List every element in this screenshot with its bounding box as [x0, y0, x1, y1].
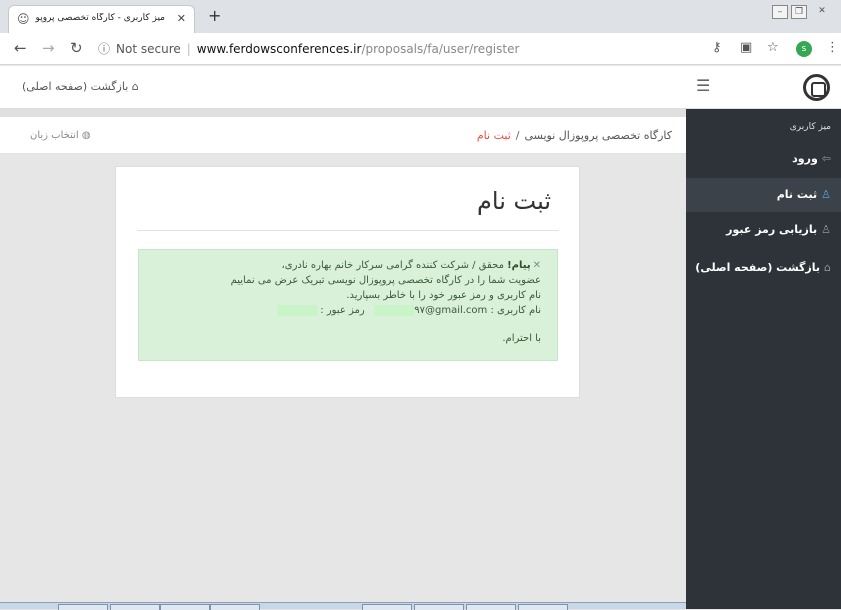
site-logo[interactable]: [803, 74, 830, 101]
window-close-icon[interactable]: ✕: [814, 5, 830, 19]
password-label: رمز عبور :: [320, 305, 365, 316]
home-icon: ⌂: [128, 80, 139, 93]
sidebar-item-label: بازگشت (صفحه اصلی): [695, 261, 821, 274]
security-label: Not secure: [116, 42, 181, 56]
sidebar-item-label: ورود: [792, 152, 818, 165]
alert-line-2: عضویت شما را در کارگاه تخصصی پروپوزال نو…: [230, 275, 541, 286]
sidebar-item-password-recovery[interactable]: ♙بازیابی رمز عبور: [686, 213, 841, 247]
profile-avatar[interactable]: s: [796, 41, 812, 57]
forward-arrow-icon[interactable]: →: [42, 39, 55, 57]
redacted-username: [374, 304, 415, 316]
taskbar-button[interactable]: [210, 604, 260, 610]
restore-icon[interactable]: ❐: [791, 5, 807, 19]
back-arrow-icon[interactable]: ←: [14, 39, 27, 57]
browser-toolbar: ← → ↻ ⓘ Not secure | www.ferdowsconferences…: [0, 33, 841, 65]
taskbar-button[interactable]: [466, 604, 516, 610]
globe-icon: ◍: [78, 130, 91, 141]
site-header: ⌂ بازگشت (صفحه اصلی) ☰: [0, 66, 841, 109]
breadcrumb-parent[interactable]: کارگاه تخصصی پروپوزال نویسی: [525, 129, 673, 142]
sidebar-item-label: بازیابی رمز عبور: [726, 223, 818, 236]
taskbar-button[interactable]: [160, 604, 210, 610]
reload-icon[interactable]: ↻: [70, 39, 83, 57]
browser-tab-bar: ☺ میز کاربری - کارگاه تخصصی پروپوزال نو …: [0, 0, 841, 33]
address-bar[interactable]: ⓘ Not secure | www.ferdowsconferences.ir/pr…: [98, 37, 700, 61]
key-icon[interactable]: ⚷: [712, 40, 722, 55]
register-card: ثبت نام ✕پیام! محقق / شرکت کننده گرامی س…: [115, 166, 580, 398]
close-icon[interactable]: ✕: [177, 12, 186, 25]
page-title: ثبت نام: [477, 187, 551, 215]
username-value: ۹۷@gmail.com: [414, 305, 488, 316]
username-label: نام کاربری :: [490, 305, 541, 316]
sidebar-title: میز کاربری: [789, 122, 831, 132]
globe-icon: ☺: [17, 12, 30, 26]
alert-signoff: با احترام.: [502, 333, 541, 344]
language-label: انتخاب زبان: [30, 130, 79, 141]
close-icon[interactable]: ✕: [533, 260, 541, 271]
sidebar-item-label: ثبت نام: [776, 188, 818, 201]
minimize-icon[interactable]: –: [772, 5, 788, 19]
user-icon: ♙: [821, 188, 831, 201]
language-selector[interactable]: ◍ انتخاب زبان: [30, 130, 91, 141]
taskbar-button[interactable]: [518, 604, 568, 610]
url-host: www.ferdowsconferences.ir: [196, 42, 362, 56]
home-icon: ⌂: [824, 261, 831, 274]
taskbar-button[interactable]: [58, 604, 108, 610]
star-icon[interactable]: ☆: [767, 40, 779, 55]
tab-title: میز کاربری - کارگاه تخصصی پروپوزال نو: [35, 13, 165, 23]
breadcrumb-bar: کارگاه تخصصی پروپوزال نویسی / ثبت نام ◍ ان…: [0, 117, 686, 154]
new-tab-button[interactable]: +: [208, 6, 221, 25]
sidebar: میز کاربری ⇦ورود ♙ثبت نام ♙بازیابی رمز ع…: [686, 109, 841, 609]
header-shadow-strip: [0, 109, 686, 117]
browser-tab[interactable]: ☺ میز کاربری - کارگاه تخصصی پروپوزال نو …: [8, 5, 195, 33]
sidebar-item-home[interactable]: ⌂بازگشت (صفحه اصلی): [686, 251, 841, 285]
breadcrumb: کارگاه تخصصی پروپوزال نویسی / ثبت نام: [477, 129, 672, 142]
breadcrumb-separator: /: [515, 129, 520, 142]
title-divider: [137, 230, 559, 231]
taskbar-button[interactable]: [110, 604, 160, 610]
translate-icon[interactable]: ▣: [740, 40, 752, 55]
alert-prefix: پیام!: [507, 260, 531, 271]
back-home-label: بازگشت (صفحه اصلی): [22, 80, 129, 93]
info-icon[interactable]: ⓘ: [98, 42, 110, 56]
alert-greeting: محقق / شرکت کننده گرامی سرکار خانم بهاره…: [281, 260, 504, 271]
alert-line-3: نام کاربری و رمز عبور خود را با خاطر بسپ…: [346, 290, 541, 301]
back-home-link[interactable]: ⌂ بازگشت (صفحه اصلی): [22, 80, 139, 93]
sidebar-item-register[interactable]: ♙ثبت نام: [686, 178, 841, 212]
redacted-password: [277, 304, 318, 316]
sign-in-icon: ⇦: [821, 152, 831, 165]
menu-dots-icon[interactable]: ⋮: [826, 40, 839, 55]
success-alert: ✕پیام! محقق / شرکت کننده گرامی سرکار خان…: [138, 249, 558, 361]
sidebar-item-login[interactable]: ⇦ورود: [686, 142, 841, 176]
hamburger-icon[interactable]: ☰: [696, 76, 710, 95]
alert-line-1: ✕پیام! محقق / شرکت کننده گرامی سرکار خان…: [149, 258, 541, 273]
address-separator: |: [186, 42, 191, 56]
os-taskbar: [0, 602, 686, 610]
alert-credentials: نام کاربری : ۹۷@gmail.com رمز عبور :: [149, 303, 541, 318]
breadcrumb-current: ثبت نام: [476, 129, 511, 142]
url-path: /proposals/fa/user/register: [361, 42, 520, 56]
user-icon: ♙: [821, 223, 831, 236]
taskbar-button[interactable]: [362, 604, 412, 610]
taskbar-button[interactable]: [414, 604, 464, 610]
